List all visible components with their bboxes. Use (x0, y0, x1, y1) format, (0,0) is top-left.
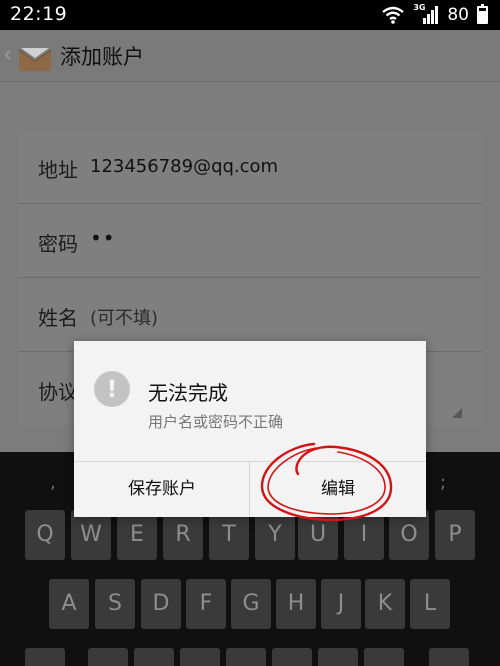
dialog-title: 无法完成 (148, 381, 228, 405)
password-field[interactable]: •• (90, 226, 116, 250)
alert-icon: ! (94, 371, 130, 407)
address-row[interactable]: 地址 123456789@qq.com (18, 130, 482, 204)
key-semicolon[interactable]: ; (440, 472, 446, 493)
status-bar: 22:19 3G 80 (0, 0, 500, 30)
key-h[interactable]: H (276, 579, 316, 629)
key-j[interactable]: J (321, 579, 361, 629)
key-c[interactable] (180, 648, 220, 666)
key-e[interactable]: E (117, 510, 157, 560)
key-t[interactable]: T (209, 510, 249, 560)
key-r[interactable]: R (163, 510, 203, 560)
key-n[interactable] (318, 648, 358, 666)
key-z[interactable] (88, 648, 128, 666)
battery-icon (477, 4, 488, 24)
key-k[interactable]: K (365, 579, 405, 629)
save-account-button[interactable]: 保存账户 (74, 462, 250, 517)
protocol-label: 协议 (38, 380, 78, 404)
key-d[interactable]: D (141, 579, 181, 629)
battery-percent: 80 (447, 5, 469, 25)
wifi-icon (382, 6, 405, 24)
key-delete[interactable] (429, 648, 469, 666)
key-o[interactable]: O (389, 510, 429, 560)
name-field[interactable]: (可不填) (90, 304, 158, 330)
status-time: 22:19 (10, 3, 68, 25)
address-label: 地址 (38, 158, 78, 182)
key-u[interactable]: U (298, 510, 338, 560)
key-i[interactable]: I (344, 510, 384, 560)
key-a[interactable]: A (49, 579, 89, 629)
edit-button[interactable]: 编辑 (250, 462, 426, 517)
key-p[interactable]: P (435, 510, 475, 560)
cell-signal-icon: 3G (413, 3, 439, 25)
key-l[interactable]: L (410, 579, 450, 629)
name-label: 姓名 (38, 306, 78, 330)
key-w[interactable]: W (71, 510, 111, 560)
dropdown-corner-icon[interactable] (452, 408, 462, 418)
key-g[interactable]: G (231, 579, 271, 629)
key-b[interactable] (272, 648, 312, 666)
key-f[interactable]: F (186, 579, 226, 629)
password-label: 密码 (38, 232, 78, 256)
key-comma[interactable]: , (50, 472, 56, 493)
dialog-message: 用户名或密码不正确 (148, 413, 284, 431)
action-bar: ‹ 添加账户 (0, 30, 500, 82)
error-dialog: ! 无法完成 用户名或密码不正确 保存账户 编辑 (74, 341, 426, 517)
password-row[interactable]: 密码 •• (18, 204, 482, 278)
key-s[interactable]: S (95, 579, 135, 629)
mail-icon (18, 48, 52, 71)
page-title: 添加账户 (60, 45, 144, 69)
back-chevron-icon[interactable]: ‹ (3, 40, 13, 68)
key-shift[interactable] (25, 648, 65, 666)
address-field[interactable]: 123456789@qq.com (90, 156, 278, 177)
key-x[interactable] (134, 648, 174, 666)
key-m[interactable] (364, 648, 404, 666)
key-v[interactable] (226, 648, 266, 666)
key-q[interactable]: Q (25, 510, 65, 560)
key-y[interactable]: Y (255, 510, 295, 560)
status-icons: 3G 80 (381, 3, 488, 26)
